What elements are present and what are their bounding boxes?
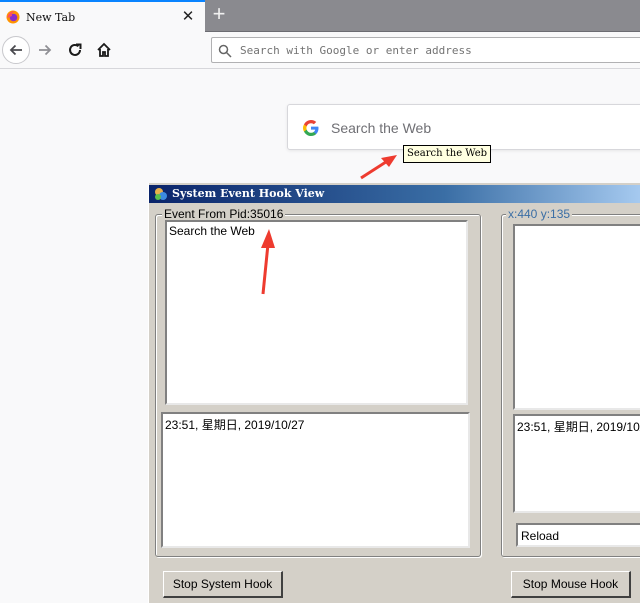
home-icon	[97, 42, 111, 57]
mouse-textbox[interactable]	[513, 224, 640, 410]
url-placeholder: Search with Google or enter address	[240, 44, 472, 57]
mouse-coords-label: x:440 y:135	[506, 207, 573, 221]
new-tab-button[interactable]: +	[206, 2, 232, 28]
tab-title: New Tab	[26, 11, 76, 24]
google-icon	[302, 119, 320, 137]
reload-button[interactable]	[62, 37, 88, 63]
forward-arrow-icon	[39, 44, 52, 56]
app-icon	[154, 187, 168, 201]
reload-field[interactable]: Reload	[516, 523, 640, 547]
web-search-placeholder: Search the Web	[331, 120, 432, 136]
url-bar[interactable]: Search with Google or enter address	[211, 37, 640, 63]
window-title: System Event Hook View	[172, 187, 325, 200]
mouse-time-textbox[interactable]: 23:51, 星期日, 2019/10/2	[513, 414, 640, 513]
forward-button[interactable]	[32, 37, 58, 63]
tab-strip: New Tab ✕ +	[0, 0, 640, 32]
hook-view-window: System Event Hook View Event From Pid:35…	[148, 183, 640, 603]
event-time-textbox[interactable]: 23:51, 星期日, 2019/10/27	[161, 412, 470, 548]
event-textbox[interactable]: Search the Web	[165, 220, 468, 405]
firefox-icon	[6, 10, 20, 24]
annotation-arrow-icon	[360, 155, 397, 180]
close-icon[interactable]: ✕	[177, 6, 199, 28]
home-button[interactable]	[91, 37, 117, 63]
back-arrow-icon	[9, 44, 22, 56]
annotation-arrow-icon	[261, 229, 275, 295]
search-icon	[218, 44, 232, 58]
tooltip: Search the Web	[403, 145, 492, 163]
web-search-box[interactable]: Search the Web	[287, 104, 640, 150]
reload-icon	[69, 43, 82, 56]
tab-new-tab[interactable]: New Tab ✕	[0, 0, 205, 32]
stop-system-hook-button[interactable]: Stop System Hook	[163, 571, 283, 598]
stop-mouse-hook-button[interactable]: Stop Mouse Hook	[511, 571, 631, 598]
back-button[interactable]	[2, 36, 30, 64]
navigation-toolbar: Search with Google or enter address	[0, 32, 640, 69]
window-titlebar[interactable]: System Event Hook View	[149, 185, 640, 203]
event-group-label: Event From Pid:35016	[162, 207, 286, 221]
